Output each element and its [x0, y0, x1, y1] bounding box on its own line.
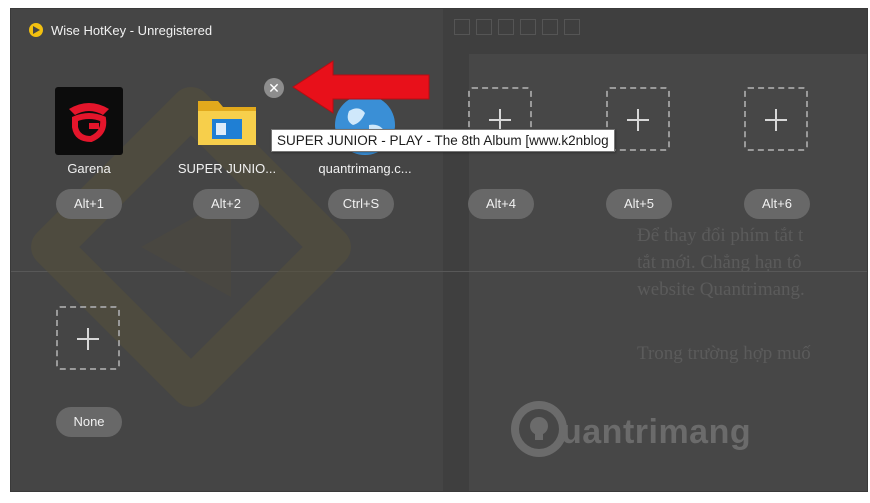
tooltip: SUPER JUNIOR - PLAY - The 8th Album [www… — [271, 129, 615, 152]
hotkey-button-slot-2[interactable]: Alt+2 — [193, 189, 259, 219]
remove-slot-button[interactable]: ✕ — [264, 78, 284, 98]
app-logo-icon — [29, 23, 43, 37]
red-arrow-annotation — [292, 60, 430, 114]
hotkey-button-slot-5[interactable]: Alt+5 — [606, 189, 672, 219]
watermark-text: uantrimang — [561, 413, 752, 451]
slot-label-garena: Garena — [67, 161, 111, 176]
hotkey-button-slot-6[interactable]: Alt+6 — [744, 189, 810, 219]
hotkey-button-slot-7[interactable]: None — [56, 407, 122, 437]
slot-label-quantrimang: quantrimang.c... — [318, 161, 412, 176]
title-bar: Wise HotKey - Unregistered — [11, 9, 867, 49]
background-text-line: website Quantrimang. — [637, 279, 805, 300]
hotkey-button-slot-1[interactable]: Alt+1 — [56, 189, 122, 219]
background-text-line: Để thay đổi phím tắt t — [637, 225, 804, 246]
folder-icon[interactable] — [196, 95, 258, 147]
slot-label-super-junior: SUPER JUNIO... — [177, 161, 277, 176]
window-title: Wise HotKey - Unregistered — [51, 23, 213, 38]
background-text-line: tắt mới. Chẳng hạn tô — [637, 252, 802, 273]
screenshot-frame: Để thay đổi phím tắt t tắt mới. Chẳng hạ… — [0, 0, 870, 503]
background-text-line: Trong trường hợp muố — [637, 343, 811, 364]
hotkey-button-slot-4[interactable]: Alt+4 — [468, 189, 534, 219]
add-slot-plus-icon[interactable] — [744, 87, 808, 151]
garena-icon[interactable] — [55, 87, 123, 155]
hotkey-button-slot-3[interactable]: Ctrl+S — [328, 189, 394, 219]
add-slot-plus-icon[interactable] — [56, 306, 120, 370]
wise-hotkey-window: Để thay đổi phím tắt t tắt mới. Chẳng hạ… — [10, 8, 868, 492]
add-slot-plus-icon[interactable] — [606, 87, 670, 151]
